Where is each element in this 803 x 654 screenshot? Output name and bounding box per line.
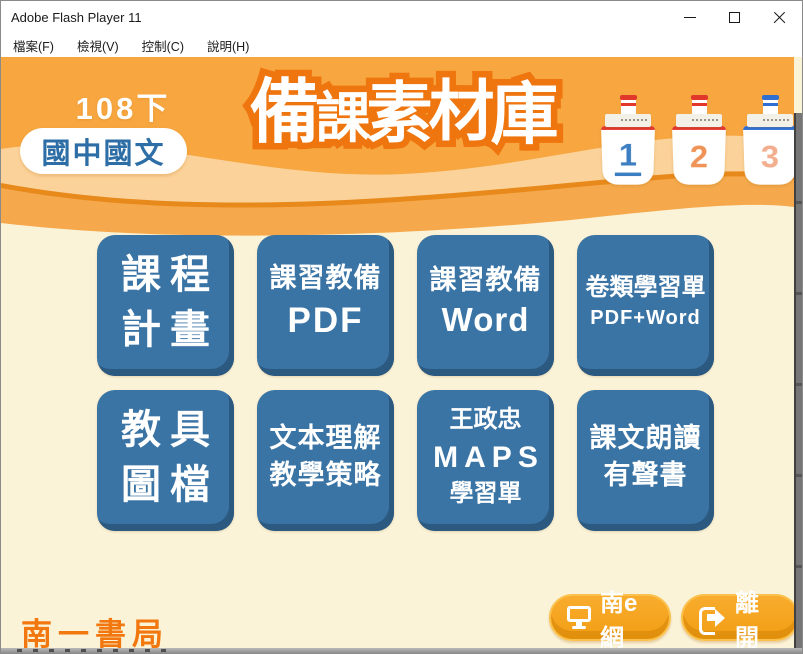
btn-worksheet-pdf-word[interactable]: 卷類學習單 PDF+Word	[577, 235, 714, 376]
boat-windows-icon	[763, 119, 789, 121]
footer-buttons: 南e網 離 開	[549, 594, 794, 641]
button-line: 計畫	[112, 305, 219, 355]
maximize-icon	[729, 12, 740, 23]
button-line: 課習教備	[270, 263, 382, 295]
right-edge-strip	[794, 113, 803, 654]
menu-control[interactable]: 控制(C)	[139, 34, 187, 57]
button-line: 文本理解	[270, 423, 382, 455]
monitor-icon	[567, 606, 591, 629]
button-line: 卷類學習單	[586, 274, 706, 302]
btn-text-comprehension-strategy[interactable]: 文本理解 教學策略	[257, 390, 394, 531]
page-title-text: 備 課 素 材 庫	[204, 63, 604, 223]
boat-funnel-icon	[621, 95, 636, 116]
button-line: Word	[442, 301, 530, 340]
boat-hull-icon: 3	[743, 126, 794, 185]
button-line: 課文朗讀	[590, 423, 702, 455]
flash-content: 108下 國中國文 備 課 素 材 庫 備 課 素 材 庫	[1, 57, 794, 654]
title-char: 庫	[491, 81, 559, 149]
button-line: 學習單	[450, 480, 522, 508]
boat-number: 3	[761, 142, 780, 175]
button-line: 教學策略	[270, 460, 382, 492]
category-button-grid: 課程 計畫 課習教備 PDF 課習教備 Word 卷類學習單 PDF+Word …	[97, 235, 714, 531]
nan-e-web-button[interactable]: 南e網	[549, 594, 671, 641]
bottom-edge-strip	[1, 648, 802, 653]
menu-help[interactable]: 說明(H)	[204, 34, 252, 57]
btn-workbook-pdf[interactable]: 課習教備 PDF	[257, 235, 394, 376]
boat-deck-icon	[605, 114, 651, 127]
nan-e-web-label: 南e網	[600, 583, 653, 653]
button-line: PDF	[288, 300, 364, 341]
flash-stage: 108下 國中國文 備 課 素 材 庫 備 課 素 材 庫	[1, 57, 803, 654]
title-char: 素	[367, 80, 433, 146]
minimize-button[interactable]	[667, 1, 712, 33]
button-line: 圖檔	[112, 460, 219, 510]
btn-workbook-word[interactable]: 課習教備 Word	[417, 235, 554, 376]
boat-number: 2	[690, 142, 709, 175]
boat-windows-icon	[692, 119, 718, 121]
window-controls	[667, 1, 802, 33]
menu-bar: 檔案(F) 檢視(V) 控制(C) 說明(H)	[1, 33, 802, 57]
menu-view[interactable]: 檢視(V)	[74, 34, 122, 57]
boat-volume-3[interactable]: 3	[743, 95, 794, 190]
button-line: 王政忠	[450, 406, 522, 434]
btn-maps-worksheet[interactable]: 王政忠 MAPS 學習單	[417, 390, 554, 531]
page-title: 備 課 素 材 庫 備 課 素 材 庫	[204, 63, 604, 223]
boat-volume-2[interactable]: 2	[672, 95, 726, 190]
subject-label: 國中國文	[41, 130, 165, 172]
button-line: MAPS	[427, 440, 544, 475]
subject-badge: 國中國文	[20, 128, 187, 174]
menu-file[interactable]: 檔案(F)	[10, 34, 57, 57]
btn-teaching-aid-images[interactable]: 教具 圖檔	[97, 390, 234, 531]
button-line: 教具	[112, 405, 219, 455]
btn-text-audio-book[interactable]: 課文朗讀 有聲書	[577, 390, 714, 531]
boat-deck-icon	[747, 114, 793, 127]
exit-arrow-icon	[699, 607, 726, 629]
boat-number: 1	[614, 140, 642, 176]
minimize-icon	[684, 17, 696, 18]
title-bar: Adobe Flash Player 11	[1, 1, 802, 33]
button-line: 課習教備	[430, 265, 542, 297]
btn-course-plan[interactable]: 課程 計畫	[97, 235, 234, 376]
window-title: Adobe Flash Player 11	[1, 10, 667, 25]
title-char: 備	[249, 77, 319, 147]
boat-volume-1[interactable]: 1	[601, 95, 655, 190]
button-line: 課程	[112, 250, 219, 300]
boat-hull-icon: 2	[672, 126, 726, 185]
boat-funnel-icon	[692, 95, 707, 116]
button-line: 有聲書	[604, 460, 688, 492]
title-char: 材	[429, 78, 495, 144]
close-button[interactable]	[757, 1, 802, 33]
flash-player-window: Adobe Flash Player 11 檔案(F) 檢視(V) 控制(C) …	[0, 0, 803, 654]
exit-button[interactable]: 離 開	[681, 594, 794, 641]
boat-hull-icon: 1	[601, 126, 655, 185]
exit-label: 離 開	[735, 583, 781, 653]
button-line: PDF+Word	[590, 307, 700, 331]
semester-label: 108下	[37, 83, 209, 128]
volume-boat-selector: 1 2 3	[601, 95, 794, 190]
boat-windows-icon	[621, 119, 647, 121]
maximize-button[interactable]	[712, 1, 757, 33]
boat-funnel-icon	[763, 95, 778, 116]
close-icon	[773, 11, 786, 24]
title-char: 課	[315, 91, 370, 146]
boat-deck-icon	[676, 114, 722, 127]
